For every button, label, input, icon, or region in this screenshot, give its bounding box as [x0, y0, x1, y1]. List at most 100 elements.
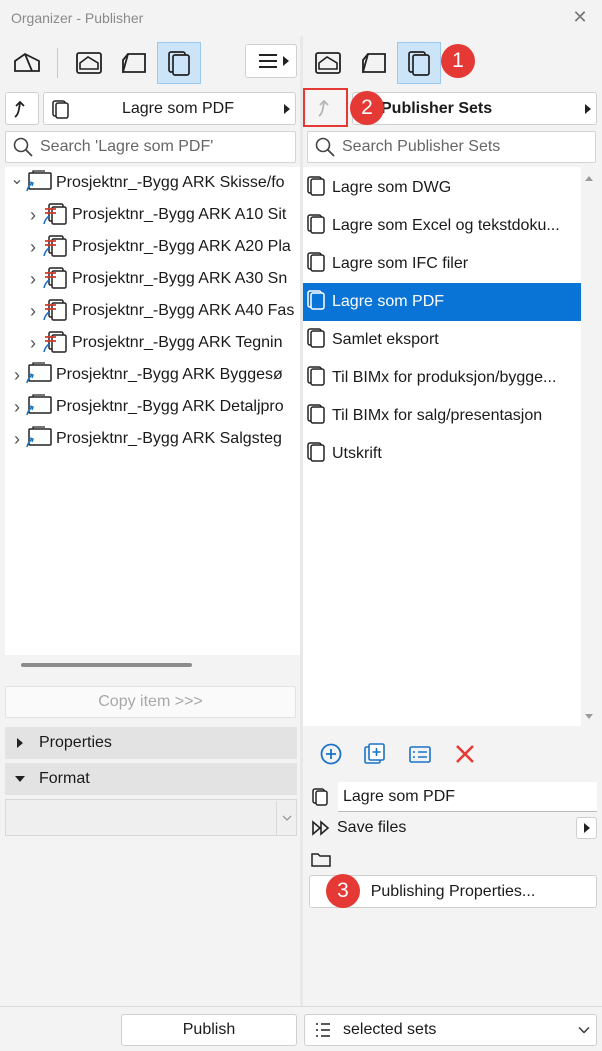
right-header-label: Publisher Sets	[381, 99, 493, 117]
left-set-dropdown[interactable]: Lagre som PDF	[43, 92, 296, 125]
tree-item-label: Prosjektnr_-Bygg ARK Detaljpro	[56, 398, 284, 415]
publisher-set-label: Utskrift	[332, 445, 382, 462]
publisher-set-item[interactable]: Utskrift	[303, 435, 581, 473]
tree-item[interactable]: › Prosjektnr_-Bygg ARK A40 Fas	[5, 295, 300, 327]
publisher-set-label: Samlet eksport	[332, 331, 439, 348]
go-up-icon	[14, 100, 25, 118]
publisher-set-item[interactable]: Lagre som IFC filer	[303, 245, 581, 283]
tree-item-label: Prosjektnr_-Bygg ARK Skisse/fo	[56, 174, 285, 191]
fast-forward-icon	[310, 818, 332, 838]
chevron-right-icon[interactable]: ›	[9, 397, 25, 418]
left-hscroll-track[interactable]	[5, 656, 300, 674]
publisher-set-item[interactable]: Lagre som PDF	[303, 283, 581, 321]
left-search-placeholder: Search 'Lagre som PDF'	[40, 138, 214, 155]
layout-book-icon[interactable]	[112, 42, 156, 84]
chevron-right-icon[interactable]: ›	[9, 429, 25, 450]
tree-item[interactable]: › Prosjektnr_-Bygg ARK Detaljpro	[5, 391, 300, 423]
tree-item-label: Prosjektnr_-Bygg ARK Tegnin	[72, 334, 283, 351]
chevron-down-icon	[578, 1027, 590, 1034]
menu-button[interactable]	[245, 44, 297, 78]
scope-select-value: selected sets	[343, 1021, 437, 1038]
chevron-right-icon[interactable]: ›	[25, 269, 41, 290]
publisher-set-item[interactable]: Til BIMx for produksjon/bygge...	[303, 359, 581, 397]
save-files-label: Save files	[337, 819, 407, 836]
chevron-right-icon[interactable]: ›	[25, 333, 41, 354]
tree-item-label: Prosjektnr_-Bygg ARK Salgsteg	[56, 430, 282, 447]
publisher-set-item[interactable]: Samlet eksport	[303, 321, 581, 359]
folder-icon[interactable]	[310, 849, 332, 869]
left-tree: ⌄ Prosjektnr_-Bygg ARK Skisse/fo › Prosjekt…	[5, 167, 300, 655]
linked-layout-icon	[41, 200, 69, 231]
tree-item-label: Prosjektnr_-Bygg ARK A10 Sit	[72, 206, 287, 223]
publisher-set-label: Lagre som Excel og tekstdoku...	[332, 217, 560, 234]
go-up-button[interactable]	[5, 92, 39, 125]
tree-item[interactable]: › Prosjektnr_-Bygg ARK Salgsteg	[5, 423, 300, 455]
scope-select[interactable]: selected sets	[304, 1014, 597, 1046]
view-map-icon[interactable]	[67, 42, 111, 84]
tree-item-label: Prosjektnr_-Bygg ARK A40 Fas	[72, 302, 295, 319]
add-item-icon[interactable]	[362, 741, 388, 767]
chevron-right-icon[interactable]: ›	[25, 205, 41, 226]
chevron-right-icon[interactable]: ›	[25, 301, 41, 322]
publisher-set-label: Til BIMx for produksjon/bygge...	[332, 369, 557, 386]
publisher-set-icon	[305, 212, 329, 241]
menu-arrow-icon	[583, 823, 590, 833]
chevron-right-icon[interactable]: ›	[9, 365, 25, 386]
copy-item-button[interactable]: Copy item >>>	[5, 686, 296, 718]
format-select[interactable]	[5, 799, 297, 836]
chevron-down-icon[interactable]: ⌄	[9, 169, 25, 189]
publisher-set-item[interactable]: Lagre som Excel og tekstdoku...	[303, 207, 581, 245]
right-search-input[interactable]: Search Publisher Sets	[307, 131, 596, 163]
tree-item[interactable]: › Prosjektnr_-Bygg ARK A10 Sit	[5, 199, 300, 231]
tree-item[interactable]: › Prosjektnr_-Bygg ARK Tegnin	[5, 327, 300, 359]
set-name-field[interactable]: Lagre som PDF	[338, 782, 597, 812]
linked-layout-icon	[41, 328, 69, 359]
format-section[interactable]: Format	[5, 763, 297, 795]
tree-item-label: Prosjektnr_-Bygg ARK Byggesø	[56, 366, 283, 383]
publish-button[interactable]: Publish	[121, 1014, 297, 1046]
tree-item[interactable]: ⌄ Prosjektnr_-Bygg ARK Skisse/fo	[5, 167, 300, 199]
right-header-dropdown[interactable]: Publisher Sets	[352, 92, 597, 125]
right-search-placeholder: Search Publisher Sets	[342, 138, 501, 155]
set-settings-icon[interactable]	[407, 741, 433, 767]
add-set-icon[interactable]	[318, 741, 344, 767]
format-label: Format	[39, 770, 90, 787]
scroll-up-icon[interactable]	[581, 171, 597, 185]
save-files-menu-button[interactable]	[576, 817, 597, 839]
go-up-icon	[317, 99, 329, 117]
tree-item[interactable]: › Prosjektnr_-Bygg ARK A20 Pla	[5, 231, 300, 263]
publisher-sets-icon[interactable]	[157, 42, 201, 84]
properties-label: Properties	[39, 734, 112, 751]
project-map-icon[interactable]	[5, 42, 49, 84]
dropdown-arrow-icon	[585, 103, 591, 114]
delete-icon[interactable]	[452, 741, 478, 767]
format-select-arrow[interactable]	[276, 800, 296, 835]
publisher-set-item[interactable]: Til BIMx for salg/presentasjon	[303, 397, 581, 435]
scroll-down-icon[interactable]	[581, 710, 597, 724]
callout-badge-2: 2	[350, 91, 384, 125]
callout-badge-3: 3	[326, 874, 360, 908]
publisher-set-label: Til BIMx for salg/presentasjon	[332, 407, 543, 424]
search-icon	[13, 137, 33, 157]
right-go-up-button[interactable]	[303, 88, 348, 127]
publisher-set-item[interactable]: Lagre som DWG	[303, 169, 581, 207]
tree-item[interactable]: › Prosjektnr_-Bygg ARK A30 Sn	[5, 263, 300, 295]
publisher-set-icon	[52, 99, 69, 119]
publisher-set-icon	[305, 364, 329, 393]
publisher-set-label: Lagre som IFC filer	[332, 255, 469, 272]
close-icon[interactable]: ✕	[570, 6, 590, 28]
properties-section[interactable]: Properties	[5, 727, 297, 759]
publisher-set-icon	[305, 174, 329, 203]
right-vscroll[interactable]	[581, 167, 597, 726]
left-set-dropdown-label: Lagre som PDF	[121, 99, 235, 117]
tree-item[interactable]: › Prosjektnr_-Bygg ARK Byggesø	[5, 359, 300, 391]
chevron-right-icon[interactable]: ›	[25, 237, 41, 258]
toolbar-divider	[57, 48, 58, 78]
linked-folder-icon	[25, 361, 53, 390]
right-view-map-icon[interactable]	[306, 42, 350, 84]
left-search-input[interactable]: Search 'Lagre som PDF'	[5, 131, 296, 163]
right-publisher-sets-icon[interactable]	[397, 42, 441, 84]
linked-folder-icon	[25, 425, 53, 454]
right-layout-book-icon[interactable]	[352, 42, 396, 84]
left-hscroll-thumb[interactable]	[21, 663, 192, 667]
